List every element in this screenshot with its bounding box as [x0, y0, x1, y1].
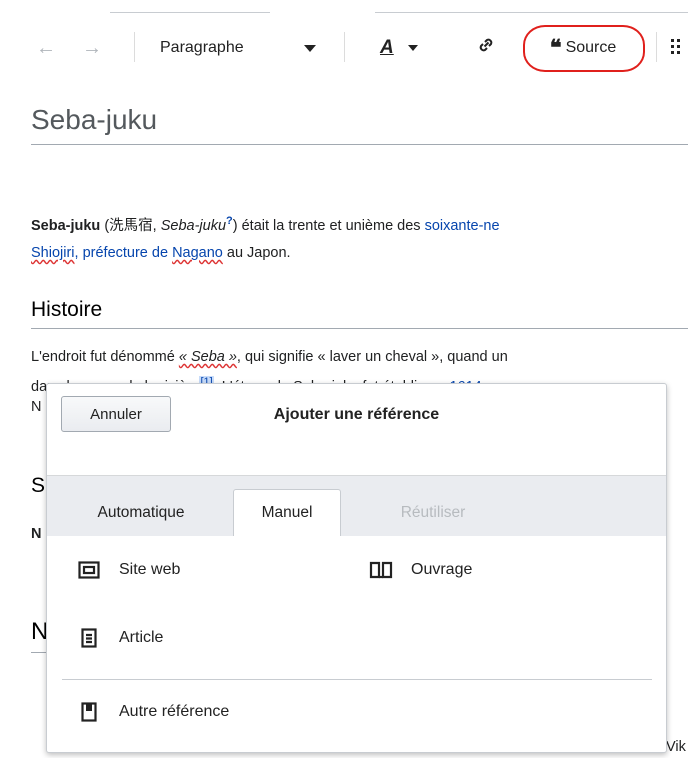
option-website[interactable]: Site web	[73, 561, 180, 579]
list-icon	[668, 36, 688, 61]
bottom-fragment: Vik	[666, 739, 686, 755]
paragraph-format-label: Paragraphe	[160, 39, 244, 56]
link-icon	[476, 35, 496, 61]
dialog-tabs: Automatique Manuel Réutiliser	[47, 475, 666, 536]
link-button[interactable]	[464, 22, 508, 74]
article-subject: Seba-juku	[31, 217, 101, 234]
wiki-link[interactable]: soixante-ne	[425, 218, 500, 234]
text: , qui signifie « laver un cheval », quan…	[236, 349, 508, 365]
page-title[interactable]: Seba-juku	[31, 104, 157, 136]
option-website-label: Site web	[119, 561, 181, 578]
toolbar-separator	[344, 32, 345, 62]
text: ,	[152, 217, 161, 234]
wiki-link[interactable]: Shiojiri	[31, 245, 75, 261]
top-divider-left	[110, 12, 270, 13]
option-article-label: Article	[119, 629, 164, 646]
wiki-link[interactable]: Nagano	[172, 245, 223, 261]
section-divider	[31, 328, 688, 329]
dialog-divider	[62, 679, 652, 680]
wiki-link[interactable]: préfecture de	[83, 245, 172, 261]
option-book-label: Ouvrage	[411, 561, 473, 578]
histoire-line-3[interactable]: N	[31, 396, 41, 418]
undo-arrow-icon: ←	[36, 36, 56, 59]
kanji-text: 洗馬宿	[109, 217, 153, 234]
intro-line-1[interactable]: Seba-juku (洗馬宿, Seba-juku?) était la tre…	[31, 210, 500, 237]
text: L'endroit fut dénommé	[31, 349, 179, 365]
option-other-reference[interactable]: Autre référence	[73, 702, 229, 722]
paragraph-format-dropdown[interactable]: Paragraphe	[134, 22, 344, 74]
title-divider	[31, 144, 688, 145]
article-icon	[73, 628, 105, 648]
insert-list-button[interactable]	[668, 22, 688, 74]
undo-button[interactable]: ←	[26, 22, 66, 74]
text: ,	[74, 245, 83, 261]
tab-manuel[interactable]: Manuel	[233, 489, 341, 536]
redo-button[interactable]: →	[72, 22, 112, 74]
dialog-title: Ajouter une référence	[273, 406, 440, 423]
paragraph-partial: N	[31, 526, 42, 542]
option-book[interactable]: Ouvrage	[365, 561, 472, 579]
chevron-down-icon	[304, 45, 316, 52]
section-heading-histoire[interactable]: Histoire	[31, 298, 102, 322]
text: ) était la trente et unième des	[232, 217, 425, 234]
help-link[interactable]: ?	[226, 215, 233, 227]
toolbar-separator	[656, 32, 657, 62]
website-icon	[73, 561, 105, 579]
red-highlight-circle	[523, 25, 645, 72]
text: (	[100, 217, 110, 234]
text: au Japon.	[222, 245, 291, 261]
dialog-header: Annuler Ajouter une référence	[47, 384, 666, 476]
section-heading-partial: S	[31, 474, 46, 497]
editor-toolbar: ← → Paragraphe A ❝ Source	[0, 22, 688, 74]
reference-icon	[73, 702, 105, 722]
option-article[interactable]: Article	[73, 628, 163, 648]
book-icon	[365, 561, 397, 579]
text-style-icon: A	[380, 37, 394, 58]
histoire-line-1[interactable]: L'endroit fut dénommé « Seba », qui sign…	[31, 346, 508, 368]
quoted-term: « Seba »	[178, 349, 237, 365]
add-reference-dialog: Annuler Ajouter une référence Automatiqu…	[46, 383, 667, 753]
redo-arrow-icon: →	[82, 36, 102, 59]
tab-automatique[interactable]: Automatique	[61, 489, 221, 536]
text-style-dropdown[interactable]: A	[368, 22, 438, 74]
romaji-text: Seba-juku	[160, 217, 227, 234]
intro-line-2[interactable]: Shiojiri, préfecture de Nagano au Japon.	[31, 242, 291, 264]
tab-reutiliser[interactable]: Réutiliser	[353, 489, 513, 536]
top-divider-right	[375, 12, 688, 13]
option-other-reference-label: Autre référence	[119, 703, 230, 720]
chevron-down-icon	[408, 45, 418, 51]
